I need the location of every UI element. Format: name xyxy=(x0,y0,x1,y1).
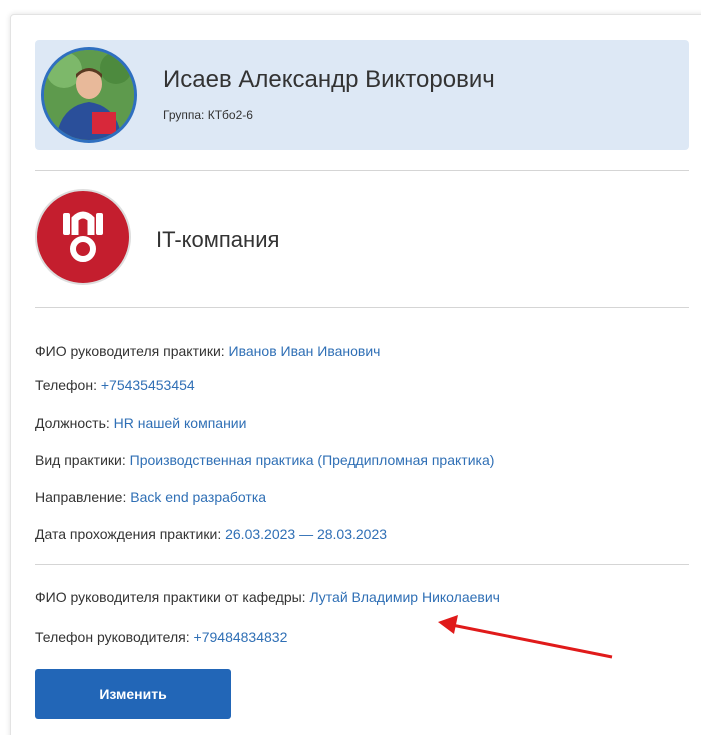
practice-card: Исаев Александр Викторович Группа: КТбо2… xyxy=(10,14,701,735)
department-phone-row: Телефон руководителя: +79484834832 xyxy=(35,629,287,645)
department-phone-label: Телефон руководителя: xyxy=(35,629,190,645)
department-manager-label: ФИО руководителя практики от кафедры: xyxy=(35,589,306,605)
department-manager-value: Лутай Владимир Николаевич xyxy=(309,589,500,605)
phone-value: +75435453454 xyxy=(100,377,195,393)
practice-type-label: Вид практики: xyxy=(35,452,126,468)
direction-row: Направление: Back end разработка xyxy=(35,489,266,505)
position-label: Должность: xyxy=(35,415,110,431)
practice-type-value: Производственная практика (Преддипломная… xyxy=(129,452,495,468)
practice-dates-row: Дата прохождения практики: 26.03.2023 — … xyxy=(35,526,387,542)
company-logo xyxy=(35,189,131,285)
position-row: Должность: HR нашей компании xyxy=(35,415,246,431)
company-name: IT-компания xyxy=(156,227,280,252)
phone-row: Телефон: +75435453454 xyxy=(35,377,195,393)
divider xyxy=(35,564,689,565)
divider xyxy=(35,170,689,171)
practice-dates-value: 26.03.2023 — 28.03.2023 xyxy=(225,526,388,542)
student-avatar xyxy=(41,47,137,143)
manager-name-row: ФИО руководителя практики: Иванов Иван И… xyxy=(35,343,380,359)
manager-name-value: Иванов Иван Иванович xyxy=(228,343,381,359)
department-phone-value: +79484834832 xyxy=(193,629,288,645)
student-header: Исаев Александр Викторович Группа: КТбо2… xyxy=(35,40,689,150)
student-group: Группа: КТбо2-6 xyxy=(163,108,253,122)
company-logo-icon xyxy=(63,211,103,262)
edit-button[interactable]: Изменить xyxy=(35,669,231,719)
manager-name-label: ФИО руководителя практики: xyxy=(35,343,225,359)
phone-label: Телефон: xyxy=(35,377,97,393)
direction-value: Back end разработка xyxy=(130,489,267,505)
department-manager-row: ФИО руководителя практики от кафедры: Лу… xyxy=(35,589,500,605)
practice-type-row: Вид практики: Производственная практика … xyxy=(35,452,494,468)
direction-label: Направление: xyxy=(35,489,127,505)
practice-dates-label: Дата прохождения практики: xyxy=(35,526,222,542)
student-name: Исаев Александр Викторович xyxy=(163,66,495,93)
divider xyxy=(35,307,689,308)
position-value: HR нашей компании xyxy=(113,415,247,431)
